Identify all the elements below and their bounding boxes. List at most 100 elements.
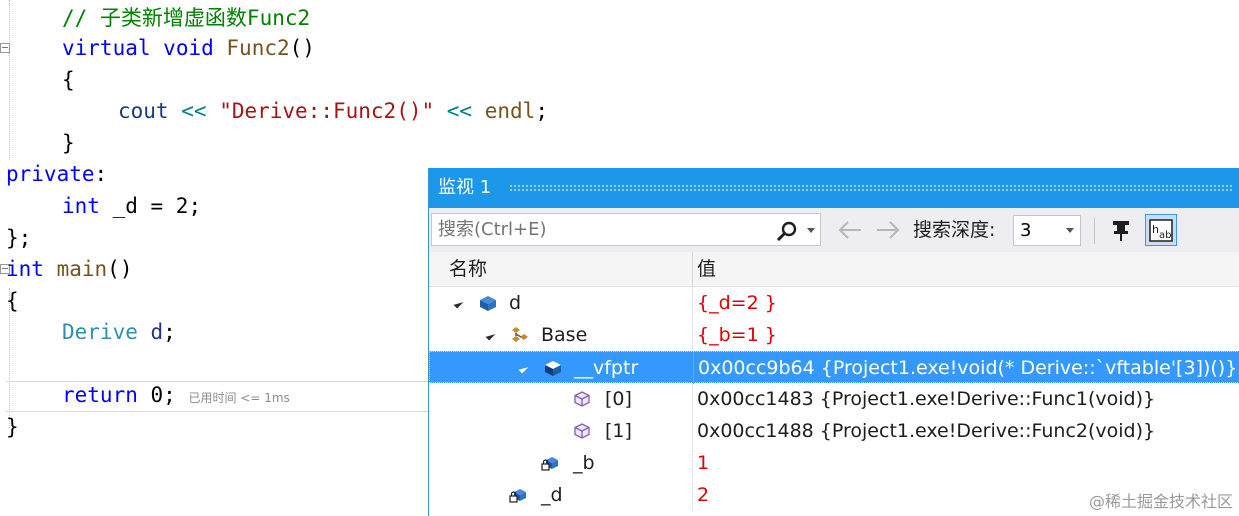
watch-row-value[interactable]: 2 (697, 479, 709, 511)
object-icon (545, 361, 561, 376)
watch-row-name: [0] (605, 388, 632, 410)
column-header-value[interactable]: 值 (697, 252, 716, 286)
column-splitter[interactable] (692, 252, 693, 286)
expanded-triangle-icon[interactable] (518, 363, 529, 374)
title-grip (509, 184, 1234, 192)
watch-row-value[interactable]: {_b=1 } (697, 319, 777, 351)
watch-row-name: Base (541, 324, 588, 346)
watch-row-name: _b (573, 452, 595, 474)
operator-shift: << (446, 99, 473, 123)
column-splitter (692, 415, 693, 447)
base-class-icon (512, 327, 528, 342)
watch-row-value[interactable]: {_d=2 } (697, 287, 777, 319)
code-line-11: Derive d; (62, 316, 176, 348)
brace-open: { (6, 289, 19, 313)
brace-open: { (62, 68, 75, 92)
watch-row-name: d (509, 292, 522, 314)
watch-row-name: _d (541, 484, 563, 506)
watch-row-value[interactable]: 0x00cc1483 {Project1.exe!Derive::Func1(v… (697, 383, 1155, 415)
function-name-main: main (56, 257, 108, 281)
string-literal: "Derive::Func2()" (219, 99, 435, 123)
watch-row-value[interactable]: 0x00cc1488 {Project1.exe!Derive::Func2(v… (697, 415, 1155, 447)
watch-title: 监视 1 (438, 177, 492, 198)
hex-display-toggle-button[interactable]: h ab (1145, 214, 1177, 246)
code-line-13: return 0; 已用时间 <= 1ms (62, 379, 290, 411)
private-field-icon (509, 489, 526, 503)
watch-row-vtable-1[interactable]: [1] 0x00cc1488 {Project1.exe!Derive::Fun… (429, 415, 1239, 447)
search-box[interactable] (431, 213, 821, 246)
indent-guide (9, 0, 10, 160)
keyword-private: private (6, 162, 95, 186)
watermark: @稀土掘金技术社区 (1088, 492, 1233, 511)
code-line-3: { (62, 64, 75, 96)
expanded-triangle-icon[interactable] (485, 330, 496, 341)
watch-window[interactable]: 监视 1 搜索深度: 3 (428, 168, 1239, 516)
watch-row-base[interactable]: Base {_b=1 } (429, 319, 1239, 351)
type-derive: Derive (62, 320, 138, 344)
chevron-down-icon (1066, 228, 1074, 233)
private-field-icon (541, 457, 558, 471)
semicolon: ; (163, 320, 176, 344)
watch-title-bar[interactable]: 监视 1 (429, 168, 1239, 208)
elapsed-time-hint: 已用时间 <= 1ms (188, 391, 290, 405)
column-splitter (692, 479, 693, 511)
parens: () (107, 257, 133, 281)
method-icon (574, 391, 590, 407)
search-icon[interactable] (776, 221, 798, 241)
code-line-6: private: (6, 158, 107, 190)
code-line-7: int _d = 2; (62, 190, 201, 222)
keyword-int: int (6, 257, 44, 281)
expanded-triangle-icon[interactable] (453, 298, 464, 309)
column-splitter (692, 447, 693, 479)
watch-row-b[interactable]: _b 1 (429, 447, 1239, 479)
svg-text:h: h (1152, 223, 1159, 236)
watch-row-value[interactable]: 1 (697, 447, 709, 479)
column-header-name[interactable]: 名称 (449, 252, 487, 286)
search-depth-value: 3 (1020, 220, 1032, 241)
code-line-4: cout << "Derive::Func2()" << endl; (118, 95, 548, 127)
brace-close: } (6, 415, 19, 439)
return-value: 0; (150, 383, 176, 407)
operator-shift: << (181, 99, 207, 123)
column-splitter (692, 287, 693, 319)
code-line-2: virtual void Func2() (62, 32, 315, 64)
keyword-int: int (62, 194, 100, 218)
search-depth-select[interactable]: 3 (1013, 215, 1081, 246)
pin-button[interactable] (1105, 214, 1137, 246)
code-line-8: }; (6, 222, 31, 254)
pin-icon (1113, 221, 1129, 241)
watch-column-header: 名称 值 (429, 252, 1239, 287)
collapse-toggle-func2[interactable] (0, 43, 10, 53)
parens: () (289, 36, 315, 60)
watch-row-d[interactable]: d {_d=2 } (429, 287, 1239, 319)
watch-row-name: __vfptr (574, 357, 639, 379)
code-line-1: // 子类新增虚函数Func2 (62, 2, 310, 34)
semicolon: ; (535, 99, 548, 123)
column-splitter (692, 383, 693, 415)
watch-row-vtable-0[interactable]: [0] 0x00cc1483 {Project1.exe!Derive::Fun… (429, 383, 1239, 415)
code-line-10: { (6, 285, 19, 317)
identifier-endl: endl (484, 99, 536, 123)
code-line-9: int main() (6, 253, 132, 285)
svg-text:ab: ab (1159, 230, 1171, 241)
search-previous-arrow-icon[interactable] (837, 220, 863, 240)
column-splitter (693, 352, 694, 384)
watch-row-vfptr[interactable]: __vfptr 0x00cc9b64 {Project1.exe!void(* … (429, 351, 1239, 384)
object-icon (480, 296, 496, 311)
variable-d: d (150, 320, 164, 344)
class-end: }; (6, 226, 32, 250)
colon: : (94, 162, 108, 186)
hexadecimal-display-icon: h ab (1149, 219, 1173, 242)
watch-row-value[interactable]: 0x00cc9b64 {Project1.exe!void(* Derive::… (698, 352, 1237, 384)
watch-row-name: [1] (605, 420, 632, 442)
method-icon (574, 423, 590, 439)
search-options-dropdown-icon[interactable] (807, 228, 815, 233)
watch-toolbar: 搜索深度: 3 h ab (429, 208, 1239, 252)
column-splitter (692, 319, 693, 351)
keyword-void: void (163, 36, 214, 60)
search-input[interactable] (438, 214, 768, 245)
keyword-return: return (62, 383, 138, 407)
toolbar-separator (1094, 218, 1095, 244)
search-next-arrow-icon[interactable] (875, 220, 901, 240)
identifier-cout: cout (118, 99, 169, 123)
